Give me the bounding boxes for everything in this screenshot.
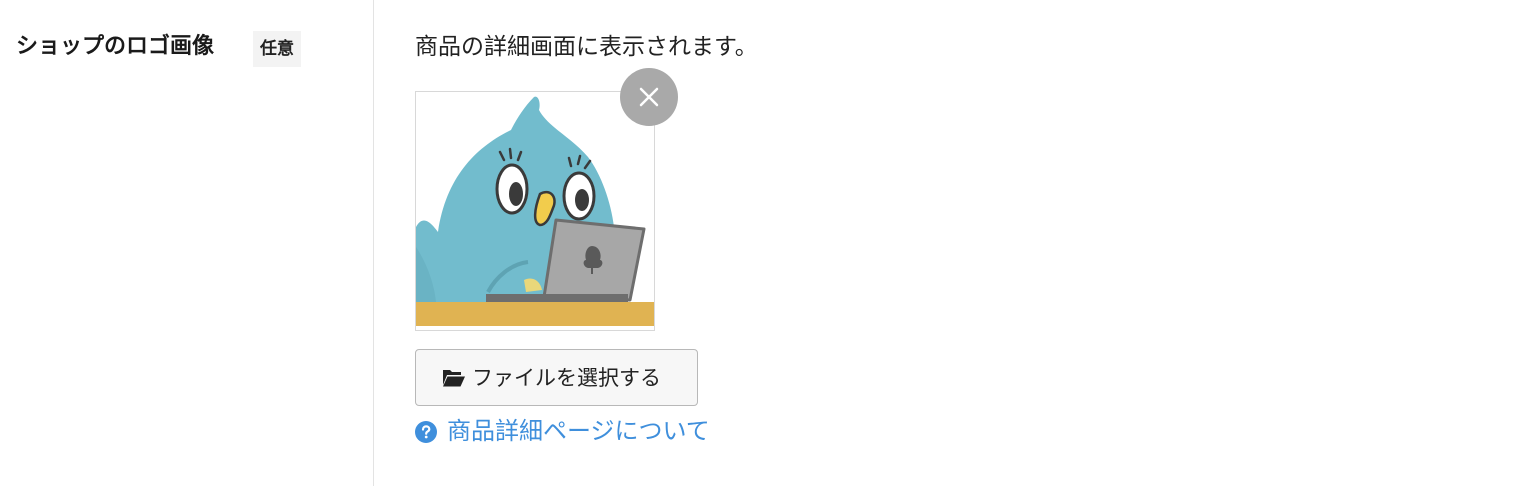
remove-image-button[interactable] (620, 68, 678, 126)
field-title: ショップのロゴ画像 (16, 34, 215, 59)
content-column: 商品の詳細画面に表示されます。 ファイルを選択する 商品詳細ページについて (374, 0, 1524, 486)
close-icon (639, 87, 659, 107)
label-column: ショップのロゴ画像 任意 (0, 0, 374, 486)
optional-badge: 任意 (253, 31, 301, 67)
help-link-label: 商品詳細ページについて (447, 417, 710, 445)
logo-image-preview (415, 91, 655, 331)
folder-open-icon (443, 370, 465, 387)
select-file-button[interactable]: ファイルを選択する (415, 349, 698, 406)
question-circle-icon (415, 421, 437, 443)
field-description: 商品の詳細画面に表示されます。 (415, 34, 758, 60)
logo-image-form-row: ショップのロゴ画像 任意 商品の詳細画面に表示されます。 ファイルを選択する 商… (0, 0, 1524, 486)
select-file-label: ファイルを選択する (472, 366, 661, 390)
bird-with-laptop-illustration (416, 96, 654, 330)
